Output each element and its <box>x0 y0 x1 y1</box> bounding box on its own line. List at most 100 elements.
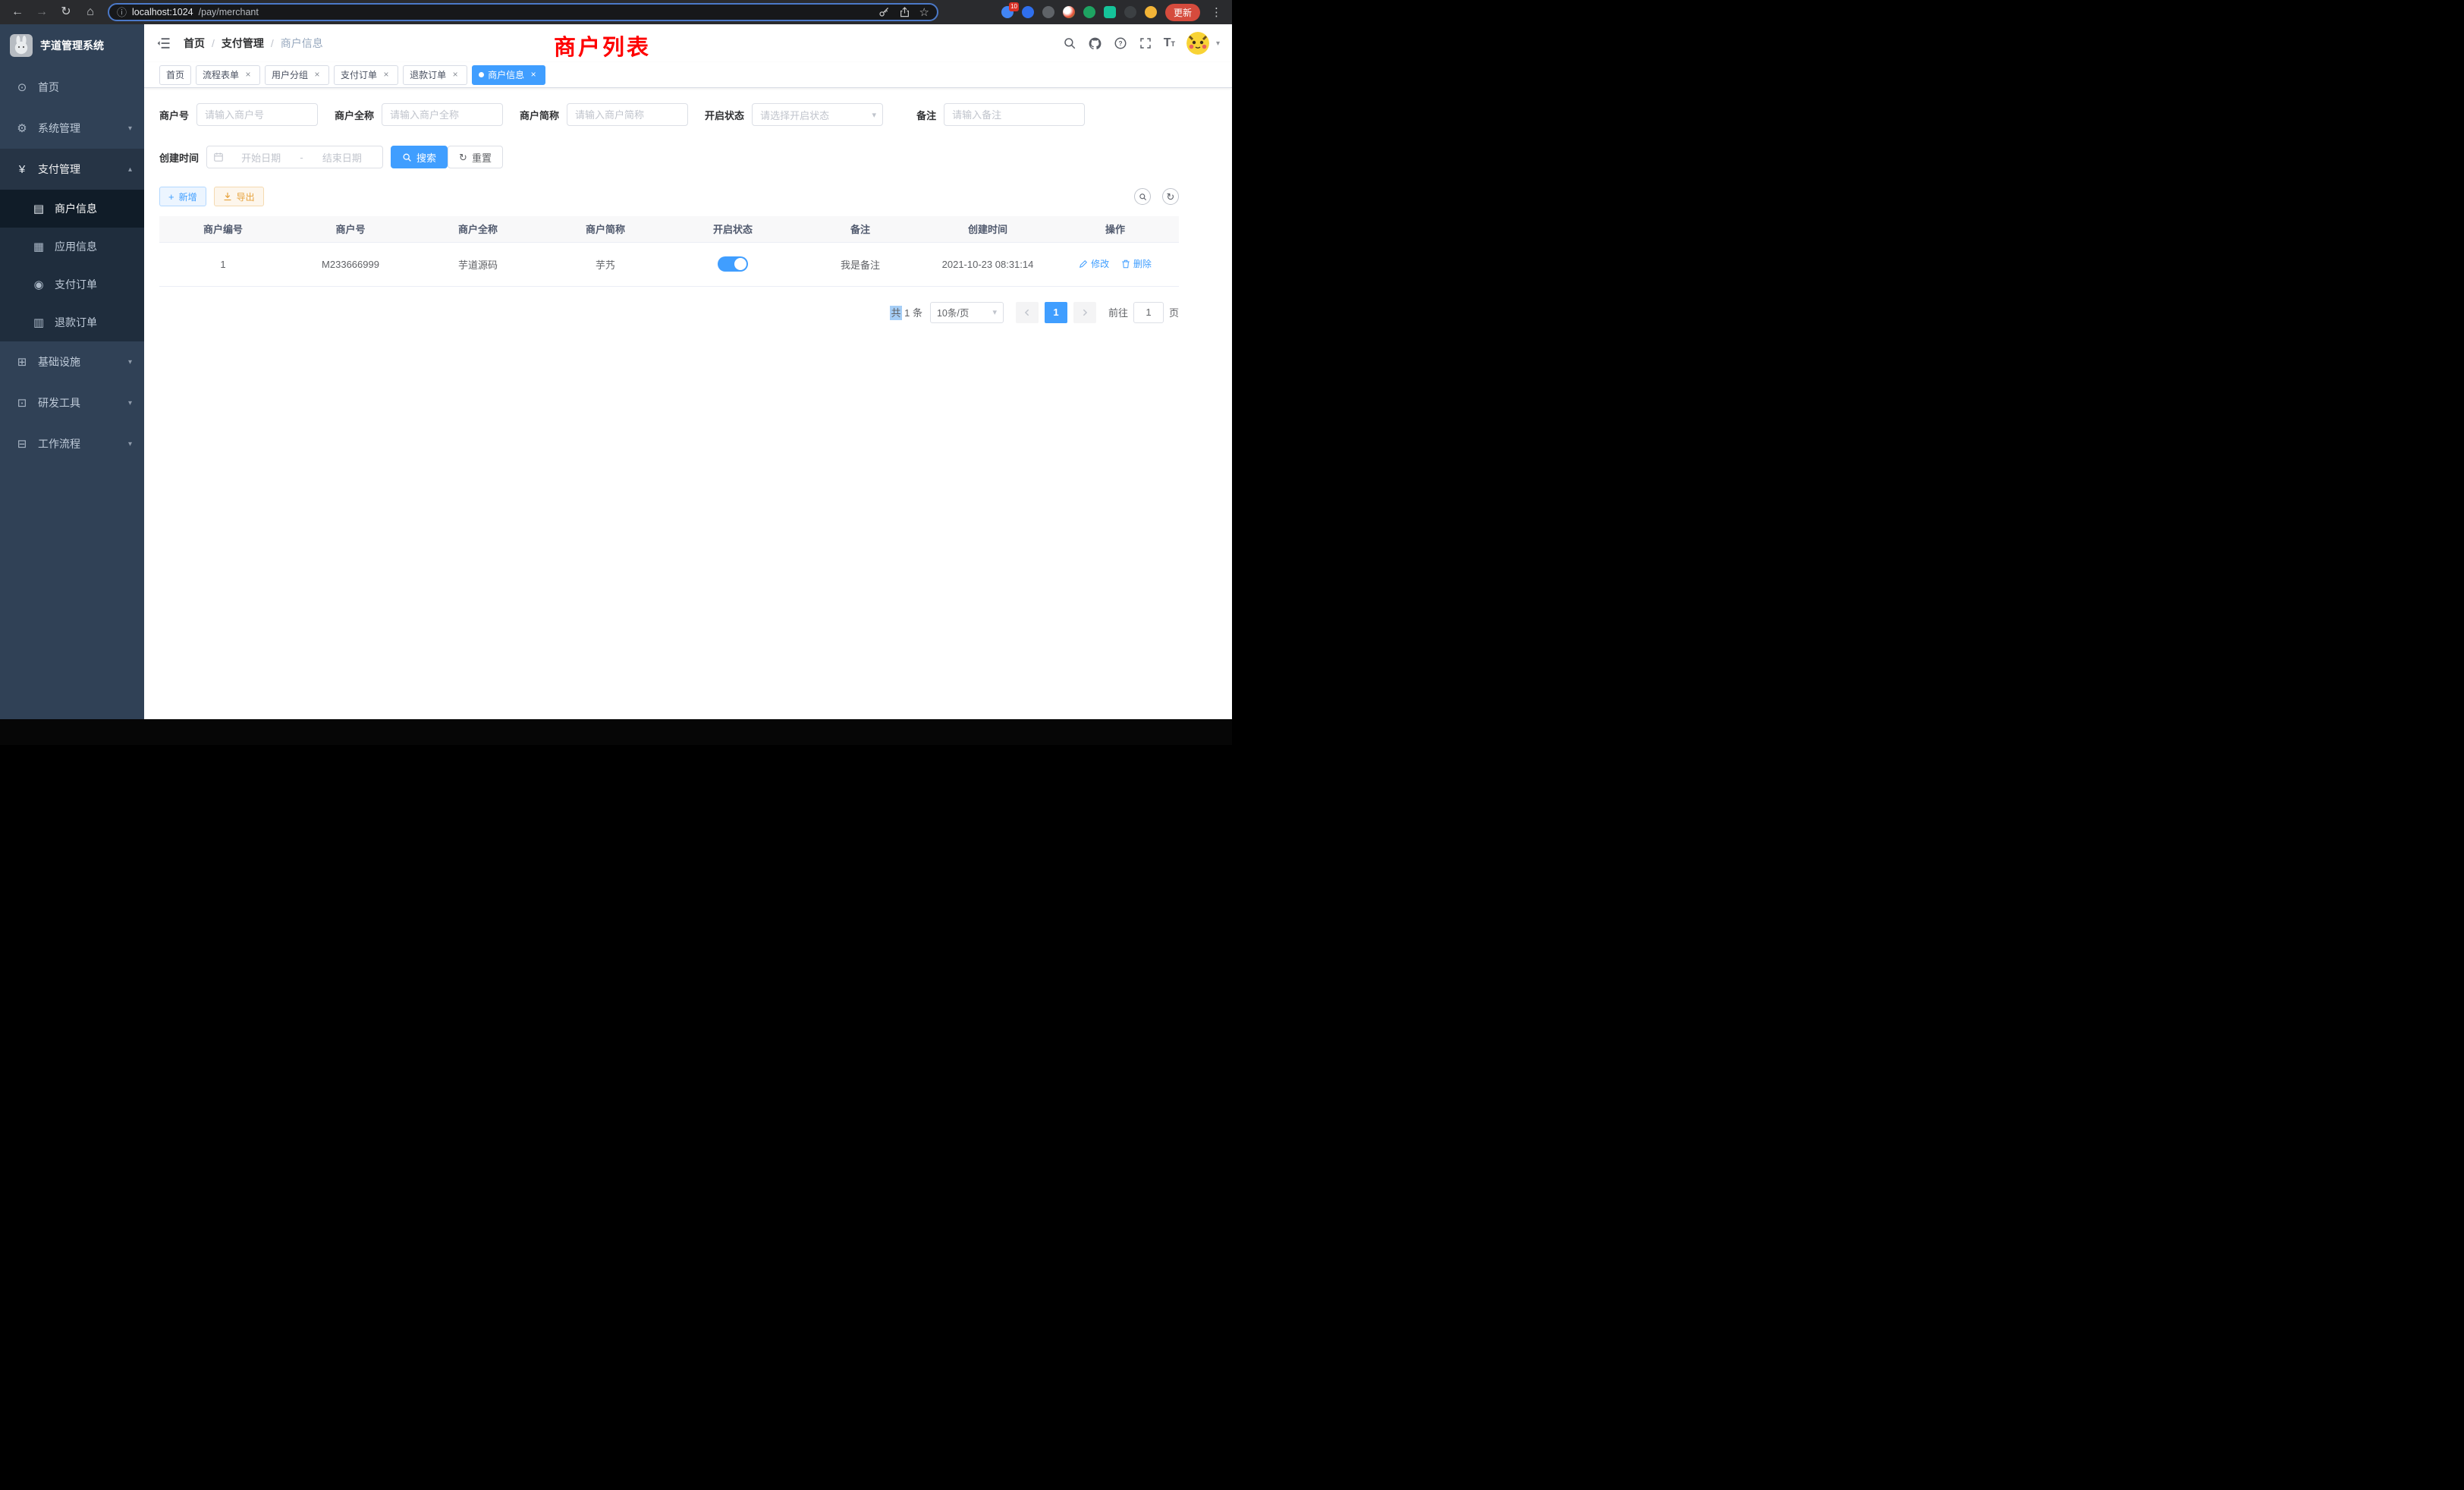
chevron-down-icon: ▾ <box>872 110 877 120</box>
grid-icon: ▦ <box>32 240 46 253</box>
add-button[interactable]: + 新增 <box>159 187 206 206</box>
sidebar-item-system[interactable]: ⚙ 系统管理 ▾ <box>0 108 144 149</box>
sidebar-item-refund-orders[interactable]: ▥ 退款订单 <box>0 303 144 341</box>
devtools-icon: ⊡ <box>15 396 29 410</box>
sidebar-item-devtools[interactable]: ⊡ 研发工具 ▾ <box>0 382 144 423</box>
cell-remark: 我是备注 <box>797 242 924 286</box>
tab-home[interactable]: 首页 <box>159 65 191 85</box>
refresh-table-button[interactable]: ↻ <box>1162 188 1179 205</box>
extension-icon[interactable] <box>1083 6 1095 18</box>
help-icon[interactable]: ? <box>1114 36 1127 50</box>
page-size-select[interactable]: 10条/页 ▾ <box>930 302 1004 323</box>
sidebar-item-infrastructure[interactable]: ⊞ 基础设施 ▾ <box>0 341 144 382</box>
status-select[interactable]: 请选择开启状态 ▾ <box>752 103 883 126</box>
share-icon[interactable] <box>899 6 910 18</box>
chevron-down-icon[interactable]: ▾ <box>1216 39 1220 48</box>
search-icon[interactable] <box>1063 36 1076 50</box>
short-name-input[interactable] <box>567 103 688 126</box>
navbar: 首页 / 支付管理 / 商户信息 商户列表 ? <box>144 24 1232 62</box>
address-bar[interactable]: ⓘ localhost:1024 /pay/merchant ☆ <box>108 3 938 21</box>
navbar-right: ? TT ▾ <box>1063 32 1220 55</box>
search-button[interactable]: 搜索 <box>391 146 448 168</box>
jump-page-input[interactable] <box>1133 302 1164 323</box>
edit-link-label: 修改 <box>1091 257 1109 270</box>
reset-button[interactable]: ↻ 重置 <box>448 146 503 168</box>
filter-row-2: 创建时间 开始日期 - 结束日期 <box>159 146 1179 168</box>
search-icon <box>402 152 412 162</box>
full-name-input[interactable] <box>382 103 503 126</box>
sidebar-item-payment[interactable]: ¥ 支付管理 ▴ <box>0 149 144 190</box>
tab-label: 支付订单 <box>341 68 377 81</box>
site-info-icon[interactable]: ⓘ <box>117 8 127 17</box>
sidebar-item-app-info[interactable]: ▦ 应用信息 <box>0 228 144 266</box>
browser-update-button[interactable]: 更新 <box>1165 4 1200 21</box>
col-merchant-no: 商户号 <box>287 216 414 242</box>
app-logo[interactable]: 芋道管理系统 <box>0 24 144 67</box>
extension-icon[interactable] <box>1104 6 1116 18</box>
sidebar-item-home[interactable]: ⊙ 首页 <box>0 67 144 108</box>
tab-pay-orders[interactable]: 支付订单 × <box>334 65 398 85</box>
fullscreen-icon[interactable] <box>1139 36 1152 50</box>
short-name-label: 商户简称 <box>520 108 559 122</box>
cell-actions: 修改 删除 <box>1051 242 1179 286</box>
sidebar-item-merchant-info[interactable]: ▤ 商户信息 <box>0 190 144 228</box>
chevron-down-icon: ▾ <box>992 307 997 317</box>
sidebar-item-workflow[interactable]: ⊟ 工作流程 ▾ <box>0 423 144 464</box>
chevron-down-icon: ▾ <box>128 399 132 407</box>
browser-home-icon[interactable]: ⌂ <box>80 0 100 24</box>
tab-label: 商户信息 <box>488 68 524 81</box>
tab-refund-orders[interactable]: 退款订单 × <box>403 65 467 85</box>
close-icon[interactable]: × <box>381 70 391 80</box>
search-button-label: 搜索 <box>416 150 436 165</box>
bookmark-star-icon[interactable]: ☆ <box>919 5 929 19</box>
sidebar: 芋道管理系统 ⊙ 首页 ⚙ 系统管理 ▾ ¥ 支付管理 ▴ ▤ 商户信息 <box>0 24 144 719</box>
browser-forward-icon[interactable]: → <box>32 0 52 24</box>
browser-menu-icon[interactable]: ⋮ <box>1208 5 1224 19</box>
tab-merchant-info[interactable]: 商户信息 × <box>472 65 545 85</box>
browser-back-icon[interactable]: ← <box>8 0 27 24</box>
tab-process-form[interactable]: 流程表单 × <box>196 65 260 85</box>
screen-bottom-strip <box>0 719 1232 745</box>
export-button-label: 导出 <box>237 190 255 203</box>
breadcrumb-payment[interactable]: 支付管理 <box>222 36 264 51</box>
tab-user-group[interactable]: 用户分组 × <box>265 65 329 85</box>
extension-icon[interactable] <box>1022 6 1034 18</box>
breadcrumb-separator: / <box>271 37 274 49</box>
page-1-button[interactable]: 1 <box>1045 302 1067 323</box>
close-icon[interactable]: × <box>528 70 539 80</box>
pagination-total-rest: 1 条 <box>904 307 922 319</box>
extension-icon[interactable] <box>1042 6 1054 18</box>
status-toggle[interactable] <box>718 256 748 272</box>
pagination-total: 共 1 条 <box>890 305 922 319</box>
password-key-icon[interactable] <box>878 6 890 18</box>
toggle-search-button[interactable] <box>1134 188 1151 205</box>
close-icon[interactable]: × <box>243 70 253 80</box>
breadcrumb-home[interactable]: 首页 <box>184 36 205 51</box>
user-avatar[interactable] <box>1186 32 1209 55</box>
github-icon[interactable] <box>1088 36 1102 51</box>
reset-button-label: 重置 <box>472 150 492 165</box>
create-time-label: 创建时间 <box>159 150 199 165</box>
tab-label: 退款订单 <box>410 68 446 81</box>
extension-icon[interactable] <box>1063 6 1075 18</box>
close-icon[interactable]: × <box>312 70 322 80</box>
collapse-sidebar-icon[interactable] <box>156 36 171 51</box>
next-page-button[interactable] <box>1073 302 1096 323</box>
prev-page-button[interactable] <box>1016 302 1039 323</box>
merchant-no-input[interactable] <box>196 103 318 126</box>
close-icon[interactable]: × <box>450 70 460 80</box>
table-row: 1 M233666999 芋道源码 芋艿 我是备注 2021-10-23 08:… <box>159 242 1179 286</box>
browser-reload-icon[interactable]: ↻ <box>56 0 76 24</box>
sidebar-item-label: 支付管理 <box>38 162 80 177</box>
extension-icon[interactable]: 10 <box>1001 6 1014 18</box>
sidebar-item-label: 应用信息 <box>55 239 97 254</box>
export-button[interactable]: 导出 <box>214 187 264 206</box>
date-range-picker[interactable]: 开始日期 - 结束日期 <box>206 146 383 168</box>
remark-input[interactable] <box>944 103 1085 126</box>
extension-icon[interactable] <box>1145 6 1157 18</box>
extension-icon[interactable] <box>1124 6 1136 18</box>
sidebar-item-pay-orders[interactable]: ◉ 支付订单 <box>0 266 144 303</box>
delete-link[interactable]: 删除 <box>1121 257 1152 270</box>
edit-link[interactable]: 修改 <box>1079 257 1109 270</box>
font-size-icon[interactable]: TT <box>1164 36 1175 50</box>
